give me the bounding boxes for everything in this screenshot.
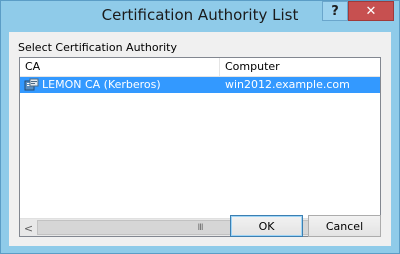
select-ca-label: Select Certification Authority <box>18 41 177 54</box>
column-header-ca[interactable]: CA <box>20 58 220 76</box>
close-button[interactable]: ✕ <box>348 1 394 21</box>
ca-name-cell: LEMON CA (Kerberos) <box>42 78 161 91</box>
dialog-body: Select Certification Authority CA Comput… <box>9 32 391 246</box>
list-header: CA Computer <box>20 58 380 77</box>
scroll-left-button[interactable]: < <box>20 219 37 236</box>
certificate-authority-icon <box>24 78 39 91</box>
help-button[interactable]: ? <box>322 1 348 21</box>
chevron-left-icon: < <box>23 221 34 235</box>
close-icon: ✕ <box>365 3 377 19</box>
ca-list[interactable]: CA Computer LEMON CA (Kerberos) win2012.… <box>19 57 381 237</box>
computer-name-cell: win2012.example.com <box>225 78 350 91</box>
grip-icon: III <box>197 222 204 233</box>
title-bar[interactable]: Certification Authority List ? ✕ <box>1 1 399 31</box>
help-icon: ? <box>331 3 339 19</box>
column-header-computer[interactable]: Computer <box>220 58 380 76</box>
cancel-button[interactable]: Cancel <box>308 215 381 237</box>
list-item[interactable]: LEMON CA (Kerberos) win2012.example.com <box>20 77 380 93</box>
certification-authority-dialog: Certification Authority List ? ✕ Select … <box>0 0 400 254</box>
ok-button[interactable]: OK <box>230 215 303 237</box>
